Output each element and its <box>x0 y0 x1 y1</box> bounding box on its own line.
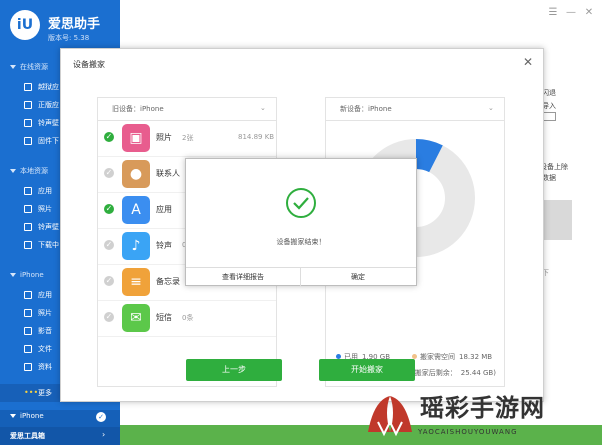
watermark-text: 瑶彩手游网 <box>420 394 545 422</box>
row-name: 应用 <box>156 205 172 214</box>
photo-icon <box>24 205 32 213</box>
row-size: 814.89 KB <box>238 133 275 141</box>
popup-buttons: 查看详细报告 确定 <box>186 267 416 286</box>
row-app-icon: ● <box>122 160 150 188</box>
photo-icon <box>24 309 32 317</box>
row-app-icon: ✉ <box>122 304 150 332</box>
row-checkbox[interactable]: ✓ <box>104 276 114 286</box>
chevron-down-icon: ⌄ <box>488 104 494 112</box>
side-text-1: 闪退 <box>542 89 556 97</box>
prev-step-button[interactable]: 上一步 <box>186 359 282 381</box>
app-name: 爱思助手 <box>48 17 101 32</box>
row-checkbox[interactable]: ✓ <box>104 204 114 214</box>
row-count: 0条 <box>182 314 194 322</box>
file-icon <box>24 345 32 353</box>
download-icon <box>24 241 32 249</box>
confirm-button[interactable]: 确定 <box>301 268 415 286</box>
menu-button[interactable]: ☰ <box>548 8 558 18</box>
row-name: 备忘录 <box>156 277 180 286</box>
row-checkbox[interactable]: ✓ <box>104 132 114 142</box>
apps-icon <box>24 291 32 299</box>
collapse-triangle-icon <box>10 414 16 418</box>
dialog-title: 设备搬家 <box>73 60 105 69</box>
row-checkbox[interactable]: ✓ <box>104 240 114 250</box>
legend-value: 18.32 MB <box>459 353 493 361</box>
toolbox-row[interactable]: 爱思工具箱 › <box>0 427 120 445</box>
legend-value: 25.44 GB) <box>460 369 496 377</box>
row-checkbox[interactable]: ✓ <box>104 312 114 322</box>
row-checkbox[interactable]: ✓ <box>104 168 114 178</box>
row-name: 铃声 <box>156 241 172 250</box>
storage-used-arc <box>415 139 443 173</box>
success-check-icon <box>286 188 316 218</box>
dialog-close-icon[interactable]: ✕ <box>523 55 533 69</box>
chevron-down-icon: ⌄ <box>260 104 266 112</box>
more-dots-icon: ••• <box>24 388 39 397</box>
grid-icon <box>24 119 32 127</box>
new-device-select[interactable]: 新设备：iPhone ⌄ <box>326 98 504 121</box>
row-count: 2张 <box>182 134 194 142</box>
legend-label: 搬家需空间 <box>420 353 455 361</box>
close-button[interactable]: ✕ <box>584 8 594 18</box>
bottom-device-row[interactable]: iPhone <box>10 412 44 420</box>
row-name: 联系人 <box>156 169 180 178</box>
right-side-panel: ☰ — ✕ 闪退 导入 设备上除 数据 下 <box>540 0 602 445</box>
side-text-2: 导入 <box>542 102 556 110</box>
status-strip <box>120 425 602 445</box>
watermark-logo-icon <box>368 396 412 437</box>
side-icon <box>542 112 556 121</box>
row-app-icon: ▣ <box>122 124 150 152</box>
watermark-subtext: YAOCAISHOUYOUWANG <box>418 428 518 436</box>
app-store-icon <box>24 101 32 109</box>
app-logo: iU <box>10 10 40 40</box>
legend-item: 搬家需空间 18.32 MB <box>412 352 492 362</box>
app-version: 版本号: 5.38 <box>48 34 90 42</box>
data-icon <box>24 363 32 371</box>
collapse-triangle-icon <box>10 65 16 69</box>
media-icon <box>24 327 32 335</box>
grid-icon <box>24 223 32 231</box>
old-device-select[interactable]: 旧设备：iPhone ⌄ <box>98 98 276 121</box>
collapse-triangle-icon <box>10 273 16 277</box>
view-report-button[interactable]: 查看详细报告 <box>186 268 301 286</box>
legend-item: (搬家后剩余： 25.44 GB) <box>412 368 496 378</box>
cube-icon <box>24 83 32 91</box>
chevron-right-icon: › <box>102 430 106 439</box>
device-connected-check-icon: ✓ <box>96 412 106 422</box>
row-app-icon: ≡ <box>122 268 150 296</box>
collapse-triangle-icon <box>10 169 16 173</box>
migration-complete-popup: 设备搬家结束！ 查看详细报告 确定 <box>185 158 417 286</box>
side-image <box>542 200 572 240</box>
side-text-5: 设备上除 <box>540 163 568 171</box>
data-type-row[interactable]: ✓ ✉ 短信 0条 <box>98 300 276 337</box>
apps-icon <box>24 187 32 195</box>
firmware-icon <box>24 137 32 145</box>
popup-message: 设备搬家结束！ <box>276 238 326 246</box>
start-migration-button[interactable]: 开始搬家 <box>319 359 415 381</box>
side-text-6: 数据 <box>542 174 556 182</box>
row-name: 短信 <box>156 313 172 322</box>
row-name: 照片 <box>156 133 172 142</box>
row-app-icon: ♪ <box>122 232 150 260</box>
legend-label: (搬家后剩余： <box>412 369 457 377</box>
minimize-button[interactable]: — <box>566 8 576 18</box>
data-type-row[interactable]: ✓ ▣ 照片 2张 814.89 KB <box>98 120 276 157</box>
sidebar-bottom: iPhone ✓ 爱思工具箱 › <box>0 410 120 445</box>
row-app-icon: A <box>122 196 150 224</box>
